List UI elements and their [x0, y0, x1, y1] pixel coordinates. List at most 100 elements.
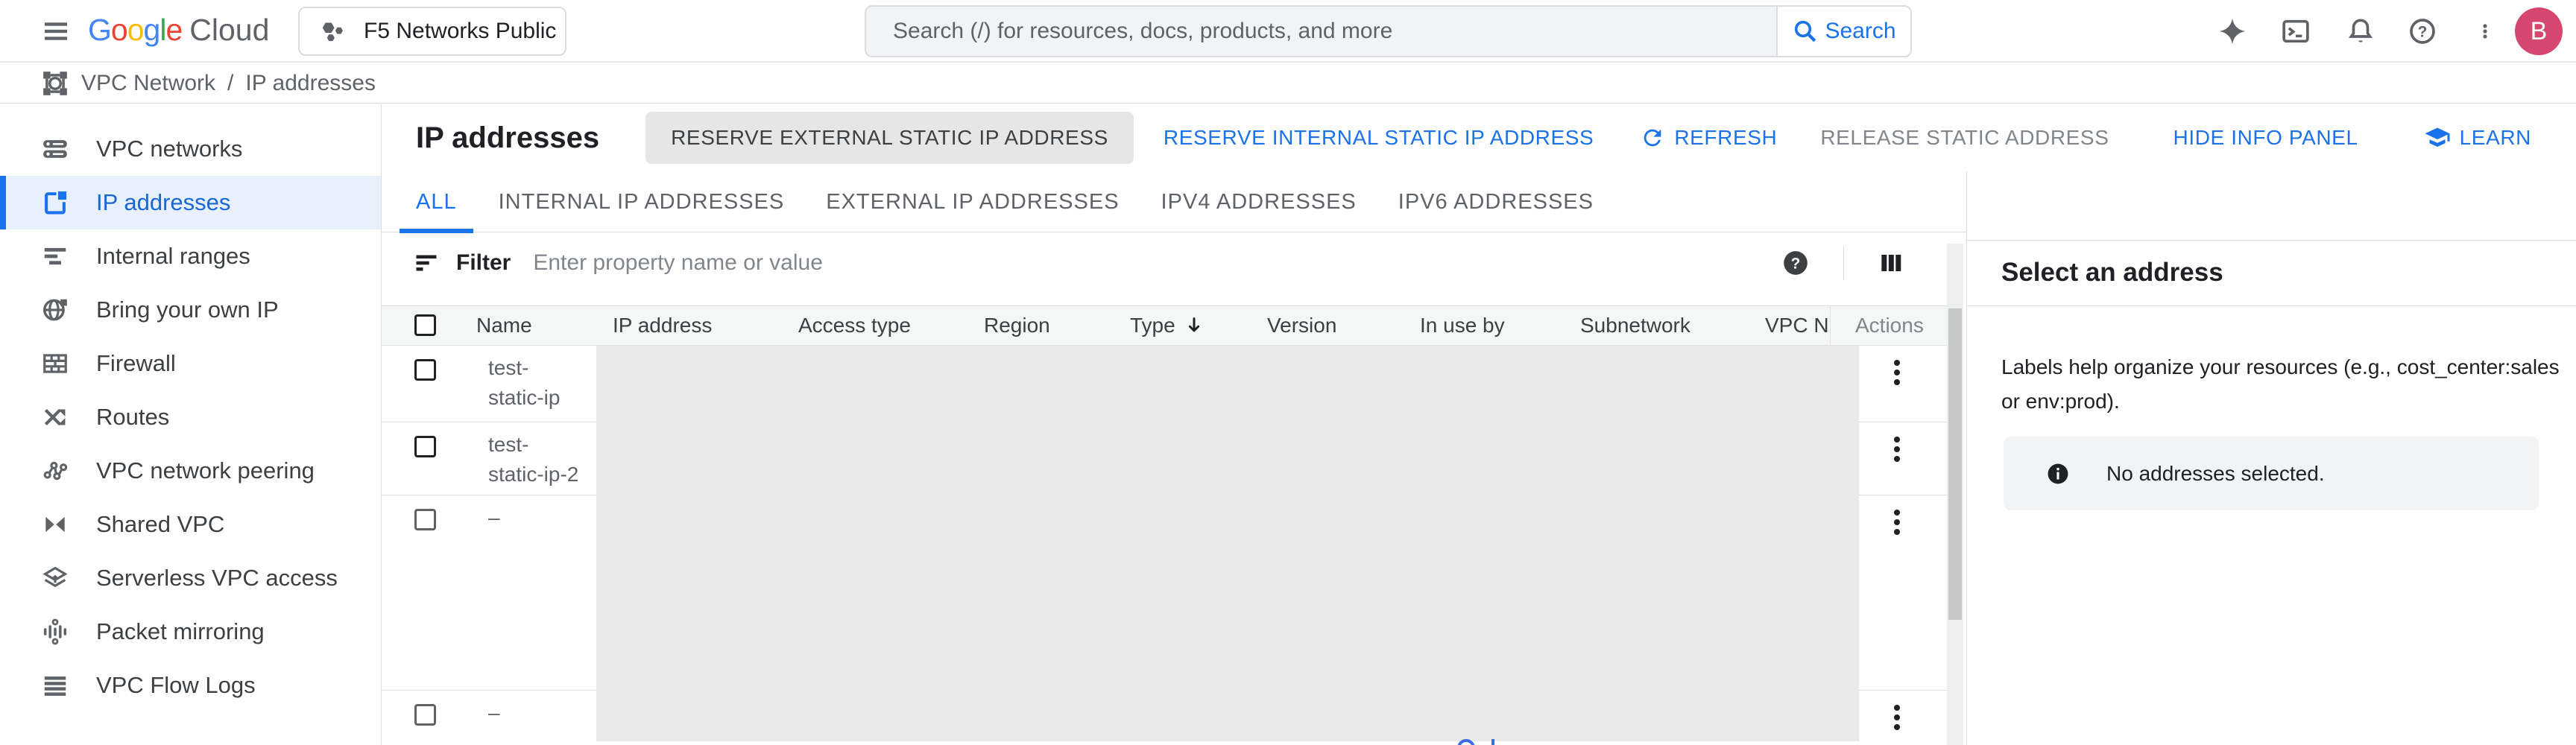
row-checkbox[interactable] [414, 509, 436, 530]
learn-cap-icon [2424, 124, 2451, 151]
row-checkbox[interactable] [414, 359, 436, 381]
breadcrumb: VPC Network / IP addresses [0, 64, 2576, 104]
row-actions-menu-icon[interactable] [1882, 504, 1912, 540]
account-avatar[interactable]: B [2515, 7, 2563, 55]
sidebar: VPC networks IP addresses Internal range… [0, 104, 382, 745]
row-name-line: – [488, 503, 500, 533]
sidebar-item-packet-mirroring[interactable]: Packet mirroring [0, 605, 381, 659]
sidebar-item-vpc-network-peering[interactable]: VPC network peering [0, 444, 381, 498]
top-bar: Google Cloud F5 Networks Public Search [0, 0, 2576, 63]
cloud-shell-icon[interactable] [2281, 16, 2311, 46]
column-divider [1830, 306, 1831, 345]
search-button[interactable]: Search [1776, 7, 1910, 56]
avatar-letter: B [2531, 17, 2548, 46]
column-header-access-type[interactable]: Access type [798, 306, 911, 345]
learn-button[interactable]: LEARN [2424, 124, 2531, 151]
sidebar-item-routes[interactable]: Routes [0, 390, 381, 444]
tab-bar: ALL INTERNAL IP ADDRESSES EXTERNAL IP AD… [382, 171, 1966, 232]
reserve-external-static-ip-button[interactable]: RESERVE EXTERNAL STATIC IP ADDRESS [645, 112, 1134, 164]
vertical-scrollbar [1947, 244, 1963, 745]
release-static-address-button[interactable]: RELEASE STATIC ADDRESS [1820, 126, 2109, 150]
logo-letter: l [160, 13, 165, 48]
row-name: – [488, 698, 500, 728]
help-icon[interactable]: ? [2408, 16, 2437, 46]
vpc-network-icon [41, 69, 69, 98]
row-name-line: test- [488, 353, 560, 383]
redacted-table-content [596, 346, 1859, 741]
column-header-region[interactable]: Region [984, 306, 1050, 345]
sidebar-item-bring-your-own-ip[interactable]: Bring your own IP [0, 283, 381, 337]
global-search: Search [865, 5, 1912, 57]
column-header-version[interactable]: Version [1267, 306, 1336, 345]
gemini-icon[interactable] [2217, 16, 2247, 46]
filter-toolbar: Filter ? [382, 232, 1966, 294]
labels-description: Labels help organize your resources (e.g… [2001, 350, 2576, 419]
menu-icon[interactable] [41, 16, 71, 46]
scrollbar-thumb[interactable] [1948, 308, 1962, 620]
filter-input[interactable] [533, 250, 1781, 276]
sidebar-item-vpc-networks[interactable]: VPC networks [0, 122, 381, 176]
logo-letter: o [111, 13, 127, 48]
notifications-icon[interactable] [2346, 16, 2375, 46]
row-checkbox[interactable] [414, 704, 436, 726]
sidebar-item-serverless-vpc-access[interactable]: Serverless VPC access [0, 551, 381, 605]
google-cloud-logo: Google Cloud [88, 13, 269, 48]
learn-label: LEARN [2460, 126, 2531, 150]
column-header-subnetwork[interactable]: Subnetwork [1580, 306, 1690, 345]
content-region: IP addresses RESERVE EXTERNAL STATIC IP … [382, 104, 2576, 745]
sidebar-item-internal-ranges[interactable]: Internal ranges [0, 229, 381, 283]
svg-text:?: ? [1791, 255, 1801, 272]
routes-icon [41, 403, 69, 431]
row-actions-menu-icon[interactable] [1882, 431, 1912, 467]
no-selection-notice: No addresses selected. [2004, 437, 2539, 510]
search-icon [1792, 18, 1819, 45]
refresh-button[interactable]: REFRESH [1640, 125, 1777, 150]
sidebar-item-label: Shared VPC [96, 511, 224, 538]
column-header-name[interactable]: Name [476, 306, 532, 345]
sidebar-item-shared-vpc[interactable]: Shared VPC [0, 498, 381, 551]
logo-letter: g [144, 13, 160, 48]
hide-info-panel-button[interactable]: HIDE INFO PANEL [2174, 126, 2358, 150]
row-checkbox[interactable] [414, 436, 436, 457]
row-name-line: static-ip-2 [488, 460, 578, 489]
reserve-internal-static-ip-button[interactable]: RESERVE INTERNAL STATIC IP ADDRESS [1164, 126, 1594, 150]
sidebar-item-label: Serverless VPC access [96, 565, 338, 592]
internal-ranges-icon [41, 242, 69, 270]
column-header-in-use-by[interactable]: In use by [1420, 306, 1505, 345]
tab-external-ip-addresses[interactable]: EXTERNAL IP ADDRESSES [805, 171, 1140, 232]
project-hexagons-icon [319, 17, 347, 45]
select-all-checkbox[interactable] [414, 314, 436, 336]
table-body: test- static-ip test- static-ip-2 [382, 346, 1947, 745]
table-header: Name IP address Access type Region Type … [382, 305, 1947, 346]
project-selector[interactable]: F5 Networks Public [298, 7, 566, 56]
ip-addresses-icon [41, 188, 69, 217]
filter-help-icon[interactable]: ? [1781, 248, 1811, 278]
sidebar-item-ip-addresses[interactable]: IP addresses [0, 176, 381, 229]
column-display-options-icon[interactable] [1877, 249, 1905, 277]
row-actions-menu-icon[interactable] [1882, 700, 1912, 735]
sidebar-item-label: IP addresses [96, 189, 230, 216]
row-name-line: static-ip [488, 383, 560, 413]
column-header-type[interactable]: Type [1130, 306, 1205, 345]
sidebar-item-firewall[interactable]: Firewall [0, 337, 381, 390]
tab-internal-ip-addresses[interactable]: INTERNAL IP ADDRESSES [478, 171, 806, 232]
tab-all[interactable]: ALL [395, 171, 478, 232]
logo-letter: G [88, 13, 111, 48]
breadcrumb-product[interactable]: VPC Network [81, 71, 215, 96]
body: VPC networks IP addresses Internal range… [0, 104, 2576, 745]
tab-ipv4-addresses[interactable]: IPV4 ADDRESSES [1140, 171, 1377, 232]
sidebar-item-vpc-flow-logs[interactable]: VPC Flow Logs [0, 659, 381, 712]
row-actions-menu-icon[interactable] [1882, 355, 1912, 390]
sidebar-item-label: Routes [96, 404, 169, 431]
more-options-icon[interactable] [2476, 16, 2494, 46]
tab-ipv6-addresses[interactable]: IPV6 ADDRESSES [1377, 171, 1614, 232]
column-header-vpc-network[interactable]: VPC Net [1765, 306, 1829, 345]
sort-descending-icon [1183, 314, 1205, 337]
spinner-bar [1491, 739, 1494, 745]
column-header-ip-address[interactable]: IP address [613, 306, 712, 345]
sidebar-item-label: Internal ranges [96, 243, 250, 270]
info-panel-title: Select an address [2001, 258, 2223, 288]
row-name: test- static-ip-2 [488, 430, 578, 489]
refresh-icon [1640, 125, 1665, 150]
search-input[interactable] [866, 7, 1776, 56]
